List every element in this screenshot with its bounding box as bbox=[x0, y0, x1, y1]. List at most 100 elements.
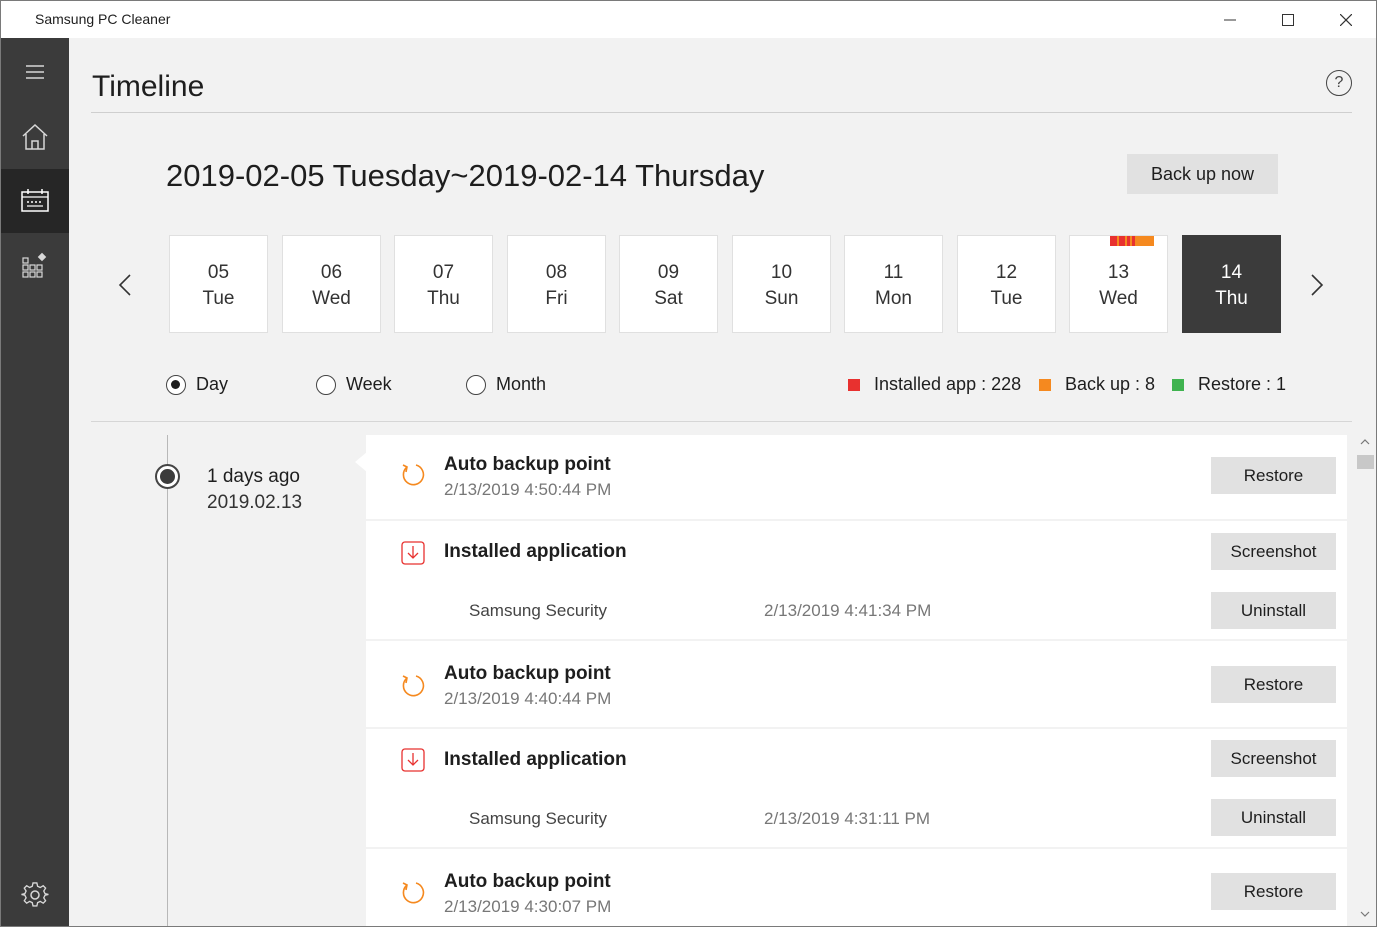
day-number: 09 bbox=[657, 262, 680, 283]
day-number: 13 bbox=[1107, 262, 1130, 283]
list-item: Installed application Screenshot Samsung… bbox=[366, 521, 1347, 639]
day-number: 11 bbox=[883, 262, 904, 283]
day-number: 06 bbox=[320, 262, 343, 283]
day-of-week: Thu bbox=[1215, 288, 1248, 309]
vertical-scrollbar[interactable] bbox=[1354, 435, 1376, 925]
legend-back-up: Back up : 8 bbox=[1039, 374, 1155, 395]
day-card-09[interactable]: 09 Sat bbox=[619, 235, 718, 333]
legend-swatch bbox=[1039, 378, 1051, 391]
day-of-week: Thu bbox=[427, 288, 460, 309]
title-bar: Samsung PC Cleaner bbox=[1, 1, 1376, 38]
gear-icon bbox=[21, 882, 49, 907]
list-item: Installed application Screenshot Samsung… bbox=[366, 729, 1347, 847]
restore-button[interactable]: Restore bbox=[1211, 666, 1336, 703]
day-card-10[interactable]: 10 Sun bbox=[732, 235, 831, 333]
day-card-06[interactable]: 06 Wed bbox=[282, 235, 381, 333]
divider bbox=[91, 112, 1352, 113]
screenshot-button[interactable]: Screenshot bbox=[1211, 740, 1336, 777]
sidebar-item-apps[interactable] bbox=[1, 234, 69, 298]
day-card-13[interactable]: 13 Wed bbox=[1069, 235, 1168, 333]
back-up-now-button[interactable]: Back up now bbox=[1127, 154, 1278, 194]
entry-time: 2/13/2019 4:40:44 PM bbox=[444, 689, 612, 708]
timeline-node bbox=[155, 464, 180, 489]
apps-grid-icon bbox=[22, 252, 47, 278]
sidebar bbox=[1, 38, 69, 926]
day-card-07[interactable]: 07 Thu bbox=[394, 235, 493, 333]
backup-refresh-icon bbox=[402, 882, 425, 904]
main-content: Timeline ? 2019-02-05 Tuesday~2019-02-14… bbox=[69, 38, 1376, 926]
entry-title: Auto backup point bbox=[444, 663, 611, 684]
scroll-down-button[interactable] bbox=[1359, 909, 1371, 919]
page-title: Timeline bbox=[92, 70, 205, 103]
entry-title: Auto backup point bbox=[444, 454, 611, 475]
home-icon bbox=[22, 123, 48, 150]
view-day-radio[interactable]: Day bbox=[166, 374, 228, 395]
sidebar-item-menu[interactable] bbox=[1, 40, 69, 104]
day-card-08[interactable]: 08 Fri bbox=[507, 235, 606, 333]
entry-title: Installed application bbox=[444, 749, 627, 770]
download-install-icon bbox=[401, 748, 425, 772]
day-number: 12 bbox=[995, 262, 1018, 283]
day-of-week: Wed bbox=[312, 288, 351, 309]
day-card-05[interactable]: 05 Tue bbox=[169, 235, 268, 333]
view-week-radio[interactable]: Week bbox=[316, 374, 392, 395]
maximize-button[interactable] bbox=[1259, 1, 1317, 38]
close-button[interactable] bbox=[1317, 1, 1375, 38]
timeline-line bbox=[167, 435, 168, 926]
sidebar-item-settings[interactable] bbox=[1, 863, 69, 926]
app-name: Samsung Security bbox=[469, 809, 607, 828]
legend-label: Installed app : 228 bbox=[874, 374, 1022, 394]
view-month-radio[interactable]: Month bbox=[466, 374, 546, 395]
uninstall-button[interactable]: Uninstall bbox=[1211, 799, 1336, 836]
day-card-11[interactable]: 11 Mon bbox=[844, 235, 943, 333]
list-item: Auto backup point 2/13/2019 4:40:44 PM R… bbox=[366, 641, 1347, 727]
backup-refresh-icon bbox=[402, 675, 425, 697]
download-install-icon bbox=[401, 541, 425, 565]
next-days-button[interactable] bbox=[1305, 270, 1329, 300]
activity-indicator bbox=[1110, 236, 1154, 246]
sidebar-item-home[interactable] bbox=[1, 105, 69, 169]
legend-restore: Restore : 1 bbox=[1172, 374, 1286, 395]
restore-button[interactable]: Restore bbox=[1211, 873, 1336, 910]
radio-label: Day bbox=[196, 374, 229, 394]
app-name: Samsung Security bbox=[469, 601, 607, 620]
app-install-time: 2/13/2019 4:31:11 PM bbox=[764, 809, 931, 828]
maximize-icon bbox=[1282, 13, 1294, 26]
day-card-14[interactable]: 14 Thu bbox=[1182, 235, 1281, 333]
entry-time: 2/13/2019 4:30:07 PM bbox=[444, 897, 612, 916]
legend-swatch bbox=[848, 378, 860, 391]
scroll-up-button[interactable] bbox=[1359, 437, 1371, 447]
list-item: Auto backup point 2/13/2019 4:30:07 PM R… bbox=[366, 849, 1347, 926]
screenshot-button[interactable]: Screenshot bbox=[1211, 533, 1336, 570]
day-of-week: Mon bbox=[875, 288, 912, 309]
day-of-week: Sat bbox=[654, 288, 683, 309]
day-of-week: Fri bbox=[545, 288, 568, 309]
previous-days-button[interactable] bbox=[113, 270, 137, 300]
list-item: Auto backup point 2/13/2019 4:50:44 PM R… bbox=[366, 435, 1347, 519]
legend-label: Back up : 8 bbox=[1065, 374, 1156, 394]
help-button[interactable]: ? bbox=[1326, 70, 1352, 96]
scrollbar-thumb[interactable] bbox=[1357, 455, 1374, 469]
backup-refresh-icon bbox=[402, 464, 425, 486]
day-of-week: Tue bbox=[202, 288, 235, 309]
group-date: 2019.02.13 bbox=[207, 492, 303, 513]
day-card-12[interactable]: 12 Tue bbox=[957, 235, 1056, 333]
app-install-time: 2/13/2019 4:41:34 PM bbox=[764, 601, 932, 620]
day-number: 05 bbox=[207, 262, 230, 283]
chevron-left-icon bbox=[118, 274, 131, 296]
day-number: 08 bbox=[545, 262, 568, 283]
day-of-week: Wed bbox=[1099, 288, 1138, 309]
sidebar-item-timeline[interactable] bbox=[1, 169, 69, 233]
legend-label: Restore : 1 bbox=[1198, 374, 1287, 394]
radio-circle bbox=[166, 374, 186, 395]
minimize-button[interactable] bbox=[1201, 1, 1259, 38]
chevron-right-icon bbox=[1311, 274, 1324, 296]
legend-installed-app: Installed app : 228 bbox=[848, 374, 1021, 395]
day-number: 07 bbox=[432, 262, 455, 283]
timeline-list: 1 days ago 2019.02.13 Auto backup point … bbox=[69, 422, 1376, 926]
relative-date: 1 days ago bbox=[207, 466, 300, 487]
restore-button[interactable]: Restore bbox=[1211, 457, 1336, 494]
radio-label: Week bbox=[346, 374, 392, 394]
uninstall-button[interactable]: Uninstall bbox=[1211, 592, 1336, 629]
window-title: Samsung PC Cleaner bbox=[35, 11, 171, 27]
